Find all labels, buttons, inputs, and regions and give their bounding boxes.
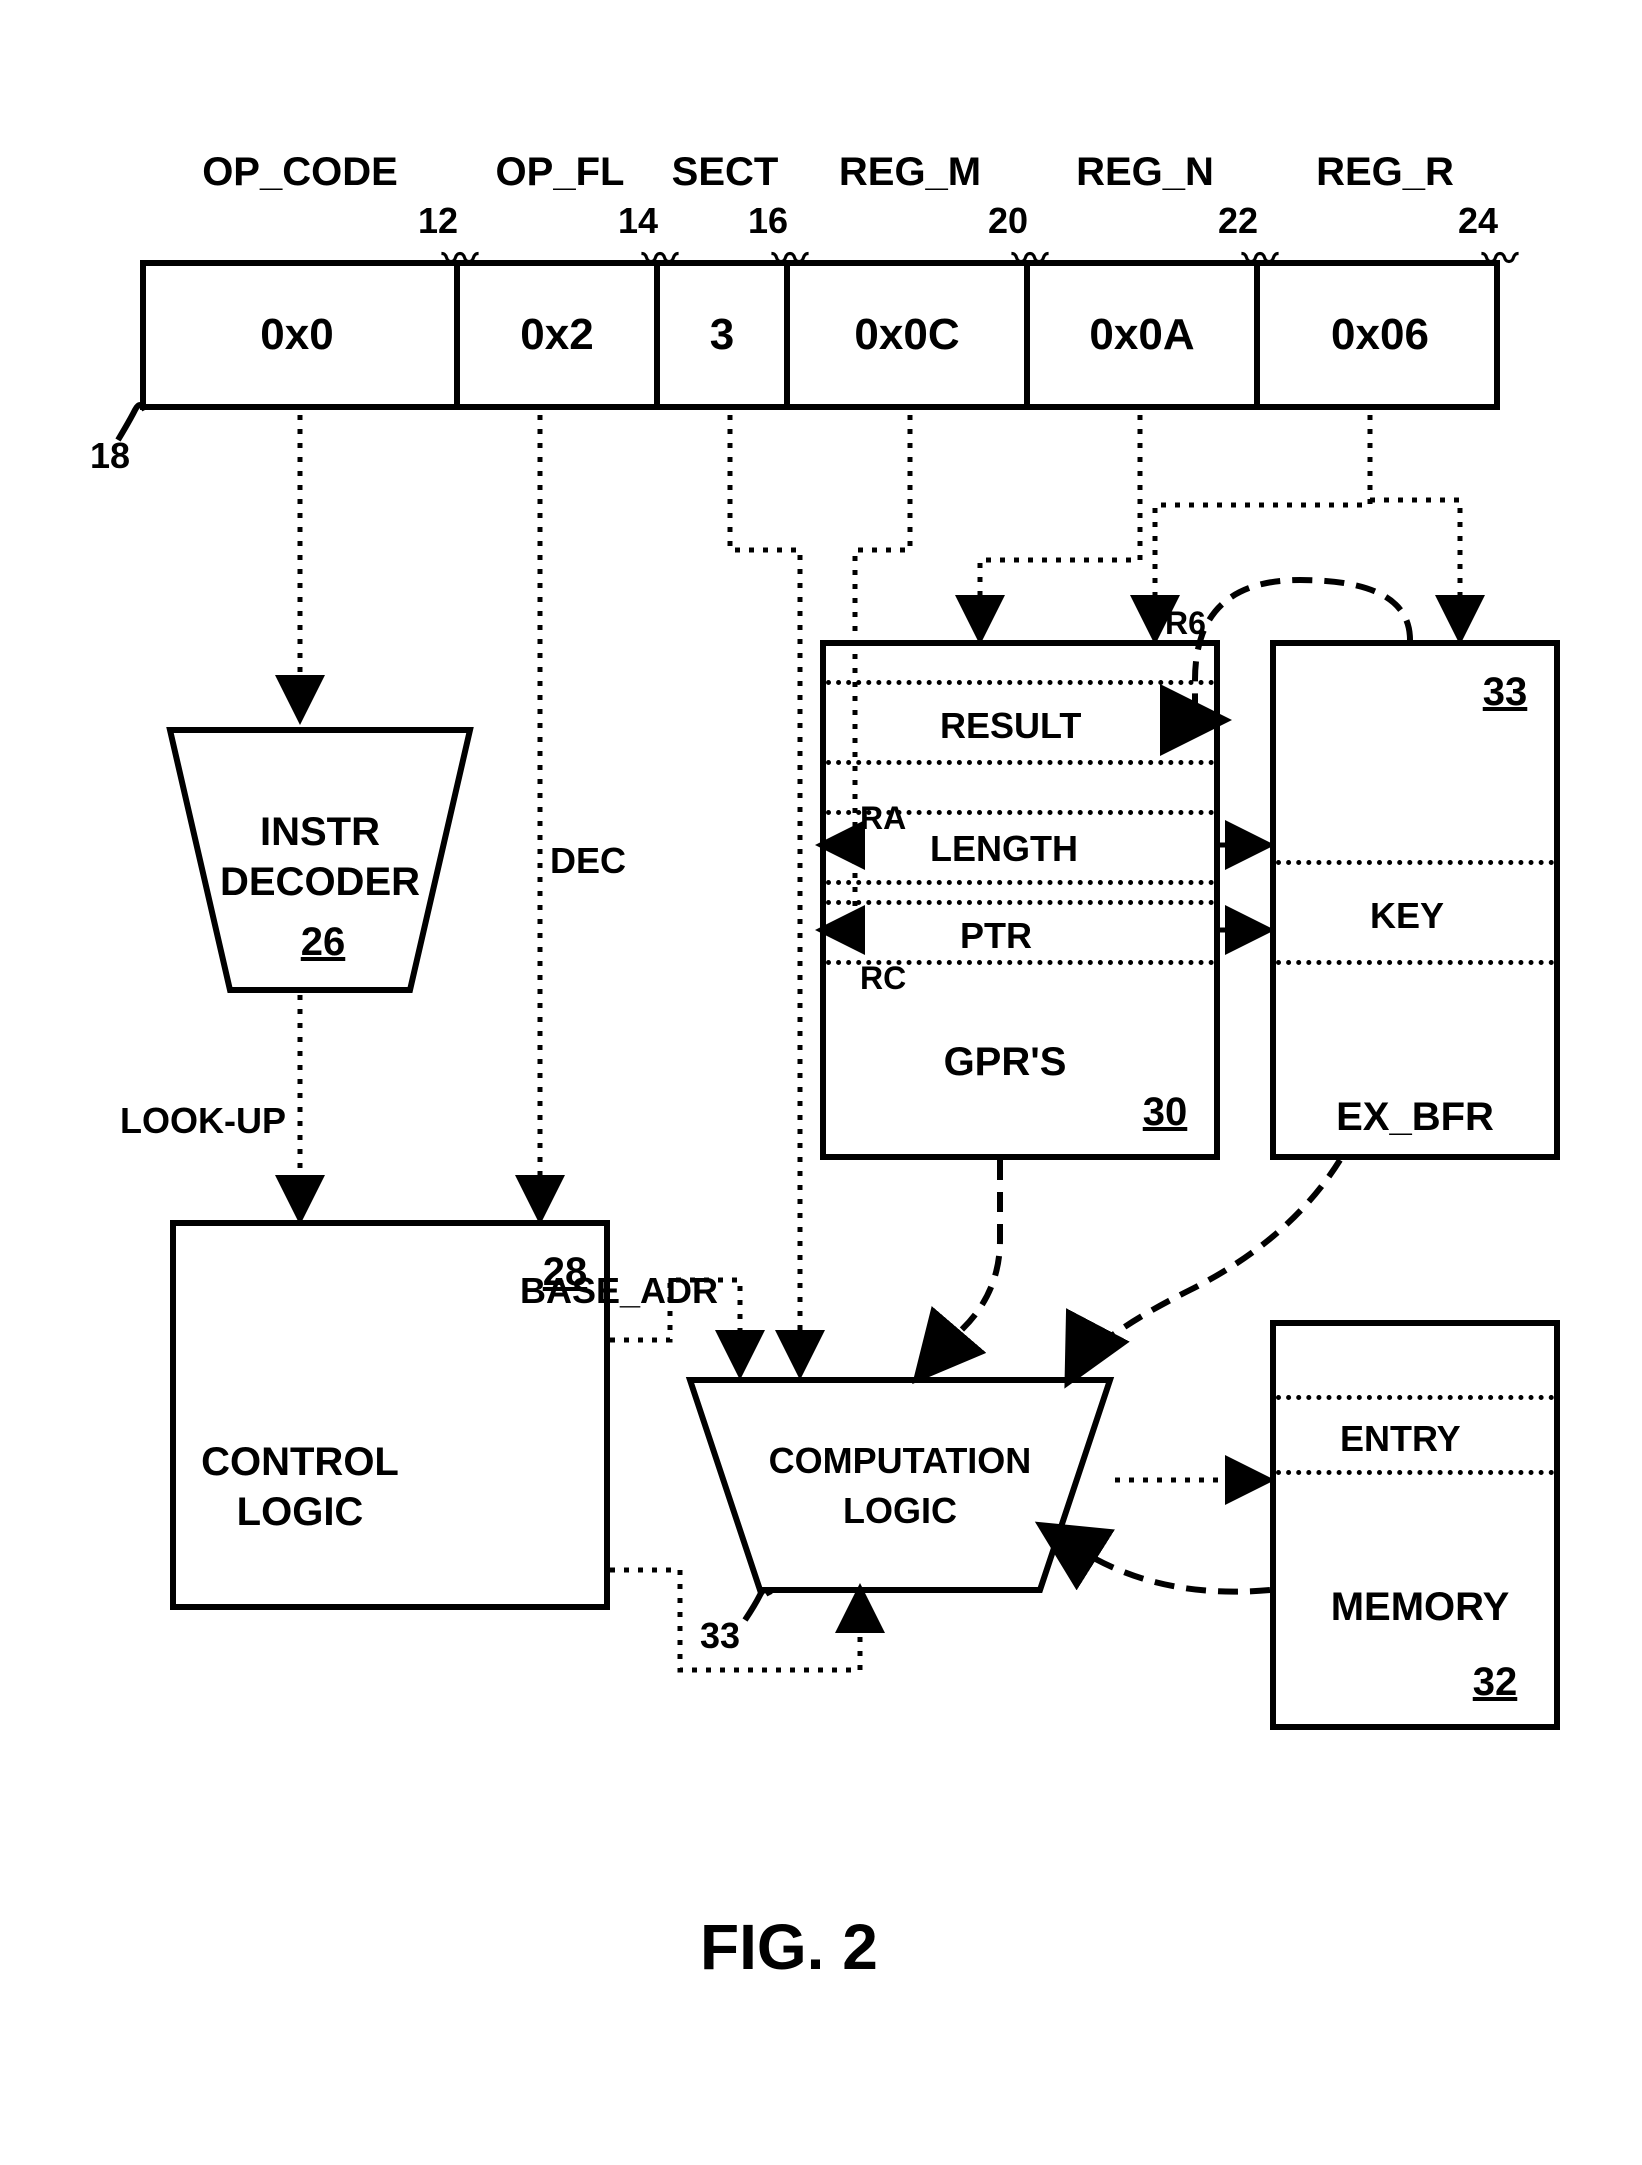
- sig-dec: DEC: [550, 840, 626, 882]
- figure-title: FIG. 2: [700, 1910, 878, 1984]
- port-ra: RA: [860, 800, 906, 837]
- sig-baseadr: BASE_ADR: [520, 1270, 718, 1312]
- arrows-overlay: [40, 40, 1600, 2120]
- port-rc: RC: [860, 960, 906, 997]
- diagram-canvas: 0x0 0x2 3 0x0C 0x0A 0x06 OP_CODE OP_FL S…: [40, 40, 1600, 2120]
- sig-lookup: LOOK-UP: [120, 1100, 286, 1142]
- port-r6: R6: [1165, 605, 1206, 642]
